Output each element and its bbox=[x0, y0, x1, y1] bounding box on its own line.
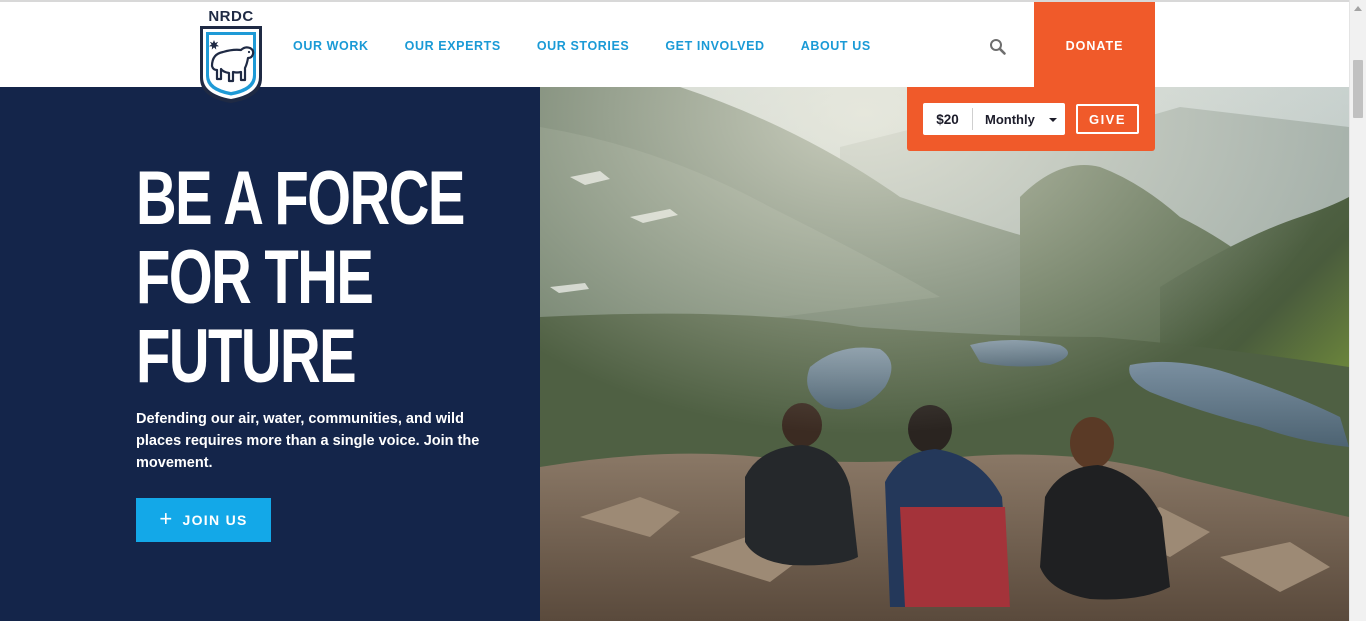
nrdc-logo[interactable]: NRDC bbox=[195, 6, 267, 104]
frequency-label: Monthly bbox=[985, 111, 1035, 127]
join-us-button[interactable]: + JOIN US bbox=[136, 498, 271, 542]
search-button[interactable] bbox=[988, 37, 1008, 57]
plus-icon: + bbox=[159, 506, 174, 531]
join-us-label: JOIN US bbox=[182, 512, 248, 528]
search-icon bbox=[990, 39, 1006, 55]
donation-frequency-select[interactable]: Monthly bbox=[973, 112, 1065, 127]
give-button[interactable]: GIVE bbox=[1076, 104, 1139, 134]
headline-line: FOR THE bbox=[136, 235, 374, 320]
page-scrollbar[interactable] bbox=[1349, 0, 1366, 621]
hero-photo bbox=[540, 87, 1349, 621]
nav-item-get-involved[interactable]: GET INVOLVED bbox=[665, 39, 764, 53]
chevron-down-icon bbox=[1049, 118, 1057, 122]
donate-button[interactable]: DONATE bbox=[1034, 2, 1155, 89]
headline-line: BE A FORCE bbox=[136, 156, 465, 241]
hero-subtext: Defending our air, water, communities, a… bbox=[136, 411, 480, 471]
headline-line: FUTURE bbox=[136, 314, 357, 399]
svg-text:NRDC: NRDC bbox=[208, 8, 253, 25]
nav-item-our-stories[interactable]: OUR STORIES bbox=[537, 39, 630, 53]
donation-amount-input[interactable]: $20 bbox=[923, 108, 973, 130]
hero-panel: BE A FORCE FOR THE FUTURE Defending our … bbox=[0, 87, 540, 621]
scroll-thumb[interactable] bbox=[1353, 60, 1363, 118]
nav-item-our-work[interactable]: OUR WORK bbox=[293, 39, 369, 53]
quick-give-panel: $20 Monthly GIVE bbox=[907, 87, 1155, 151]
nav-item-about-us[interactable]: ABOUT US bbox=[801, 39, 871, 53]
donation-form-fields: $20 Monthly bbox=[923, 103, 1065, 135]
nav-item-our-experts[interactable]: OUR EXPERTS bbox=[405, 39, 501, 53]
scroll-up-arrow-icon[interactable] bbox=[1354, 6, 1362, 11]
hero-headline: BE A FORCE FOR THE FUTURE bbox=[136, 156, 465, 399]
main-nav: OUR WORK OUR EXPERTS OUR STORIES GET INV… bbox=[293, 39, 907, 53]
